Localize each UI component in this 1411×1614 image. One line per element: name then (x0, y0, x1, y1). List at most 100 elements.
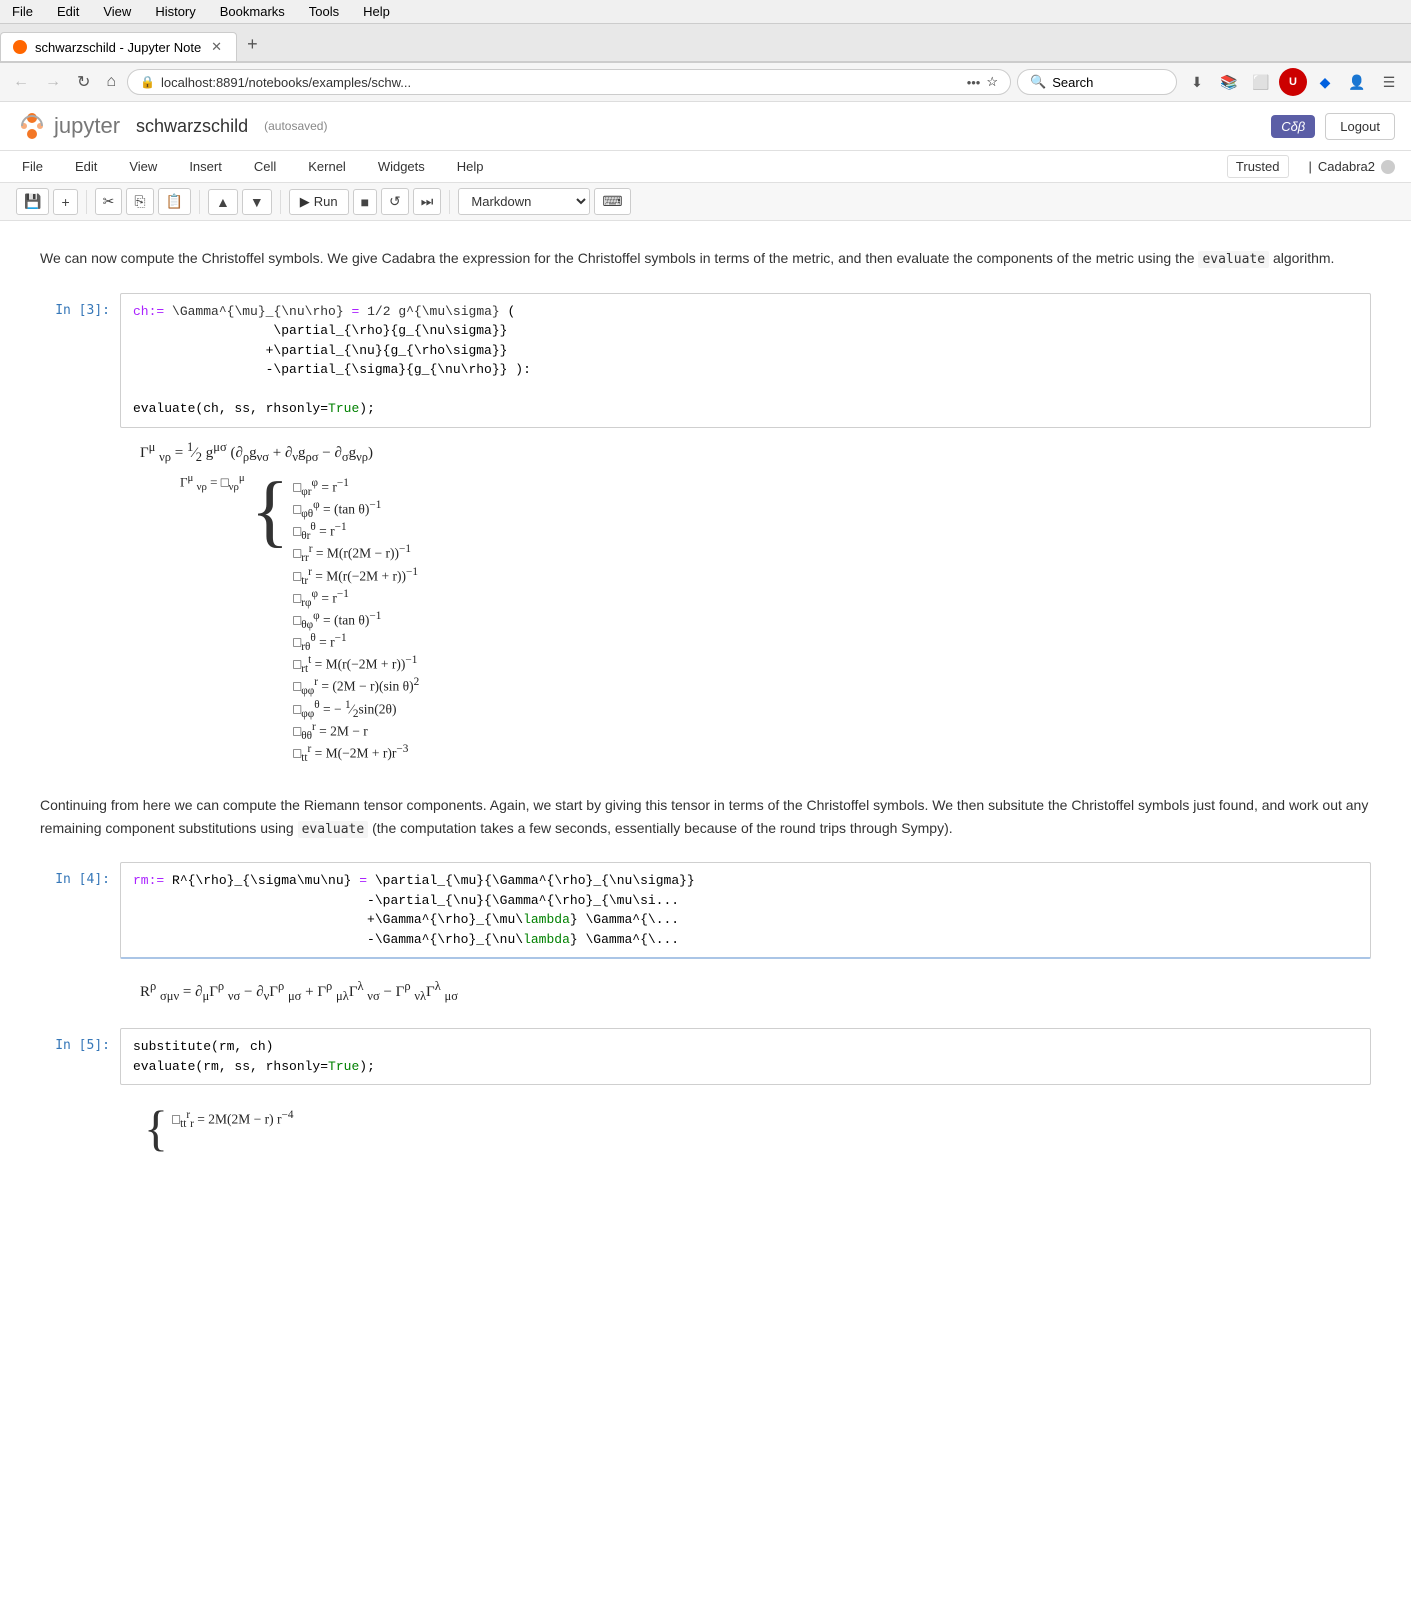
code-line-4-3: +\Gamma^{\rho}_{\mu\lambda} \Gamma^{\... (133, 910, 1358, 930)
run-button[interactable]: ▶ Run (289, 189, 349, 215)
cell-type-select[interactable]: Markdown Code Raw NBConvert Heading (458, 188, 590, 215)
forward-button[interactable]: → (40, 70, 66, 94)
nb-menu-file[interactable]: File (16, 156, 49, 177)
menu-tools[interactable]: Tools (305, 2, 343, 21)
evaluate-code-span-2: evaluate (298, 821, 369, 838)
menu-icon[interactable]: ☰ (1375, 68, 1403, 96)
brace-line-3-8: □rθθ = r−1 (293, 632, 419, 653)
menu-bookmarks[interactable]: Bookmarks (216, 2, 289, 21)
cut-button[interactable]: ✂ (95, 188, 123, 215)
download-icon[interactable]: ⬇ (1183, 68, 1211, 96)
cell-prompt-4: In [4]: (40, 862, 120, 887)
add-cell-button[interactable]: + (53, 189, 77, 215)
cell-in3[interactable]: In [3]: ch:= \Gamma^{\mu}_{\nu\rho} = 1/… (0, 293, 1411, 772)
markdown-text-2-part2: (the computation takes a few seconds, es… (368, 820, 952, 836)
code-line-3-2: \partial_{\rho}{g_{\nu\sigma}} (133, 321, 1358, 341)
nb-menu-help[interactable]: Help (451, 156, 490, 177)
extension-icon[interactable]: U (1279, 68, 1307, 96)
search-placeholder: Search (1052, 75, 1093, 90)
restart-run-button[interactable]: ⏭ (413, 188, 442, 215)
address-bar[interactable]: 🔒 localhost:8891/notebooks/examples/schw… (127, 69, 1011, 95)
lock-icon: 🔒 (140, 75, 155, 89)
brace-line-3-4: □rrr = M(r(2M − r))−1 (293, 543, 419, 564)
code-line-5-2: evaluate(rm, ss, rhsonly=True); (133, 1057, 1358, 1077)
search-bar[interactable]: 🔍 Search (1017, 69, 1177, 95)
browser-tab-bar: schwarzschild - Jupyter Note ✕ + (0, 24, 1411, 63)
code-line-4-1: rm:= R^{\rho}_{\sigma\mu\nu} = \partial_… (133, 871, 1358, 891)
menu-help[interactable]: Help (359, 2, 394, 21)
code-line-4-4: -\Gamma^{\rho}_{\nu\lambda} \Gamma^{\... (133, 930, 1358, 950)
browser-icons: ⬇ 📚 ⬜ U ◆ 👤 ☰ (1183, 68, 1403, 96)
jupyter-logo: jupyter (16, 110, 120, 142)
restart-button[interactable]: ↺ (381, 188, 409, 215)
code-cell-4[interactable]: rm:= R^{\rho}_{\sigma\mu\nu} = \partial_… (120, 862, 1371, 959)
new-tab-button[interactable]: + (237, 28, 268, 61)
nb-menu-insert[interactable]: Insert (183, 156, 228, 177)
kernel-badge: Cδβ (1271, 115, 1315, 138)
nb-menu-edit[interactable]: Edit (69, 156, 103, 177)
run-icon: ▶ (300, 194, 310, 210)
cell-in4[interactable]: In [4]: rm:= R^{\rho}_{\sigma\mu\nu} = \… (0, 862, 1411, 1012)
run-label: Run (314, 194, 338, 209)
notebook-content: We can now compute the Christoffel symbo… (0, 221, 1411, 1197)
cell-body-5: substitute(rm, ch) evaluate(rm, ss, rhso… (120, 1028, 1371, 1161)
menu-history[interactable]: History (151, 2, 199, 21)
home-button[interactable]: ⌂ (101, 70, 121, 94)
autosaved-label: (autosaved) (264, 119, 327, 133)
nb-menu-widgets[interactable]: Widgets (372, 156, 431, 177)
address-more[interactable]: ••• (967, 75, 981, 90)
code-line-3-4: -\partial_{\sigma}{g_{\nu\rho}} ): (133, 360, 1358, 380)
back-button[interactable]: ← (8, 70, 34, 94)
menu-view[interactable]: View (99, 2, 135, 21)
notebook-title[interactable]: schwarzschild (136, 116, 248, 137)
markdown-cell-2: Continuing from here we can compute the … (0, 788, 1411, 846)
tab-title: schwarzschild - Jupyter Note (35, 40, 201, 55)
tab-favicon (13, 40, 27, 54)
output-4-formula: Rρ σμν = ∂μΓρ νσ − ∂νΓρ μσ + Γρ μλΓλ νσ … (120, 963, 1371, 1012)
code-cell-3[interactable]: ch:= \Gamma^{\mu}_{\nu\rho} = 1/2 g^{\mu… (120, 293, 1371, 428)
active-tab[interactable]: schwarzschild - Jupyter Note ✕ (0, 32, 237, 61)
save-button[interactable]: 💾 (16, 188, 49, 215)
nb-menu-cell[interactable]: Cell (248, 156, 282, 177)
nb-menu-view[interactable]: View (123, 156, 163, 177)
move-down-button[interactable]: ▼ (242, 189, 272, 215)
reload-button[interactable]: ↻ (72, 69, 95, 95)
menu-file[interactable]: File (8, 2, 37, 21)
profile-icon[interactable]: 👤 (1343, 68, 1371, 96)
browser-menu-bar: File Edit View History Bookmarks Tools H… (0, 0, 1411, 24)
code-line-3-3: +\partial_{\nu}{g_{\rho\sigma}} (133, 341, 1358, 361)
code-cell-5[interactable]: substitute(rm, ch) evaluate(rm, ss, rhso… (120, 1028, 1371, 1085)
brace-line-3-5: □trr = M(r(−2M + r))−1 (293, 566, 419, 587)
brace-line-3-11: □φφθ = − 1⁄2sin(2θ) (293, 699, 419, 720)
cell-prompt-5: In [5]: (40, 1028, 120, 1053)
brace-line-5-1: □ttrr = 2M(2M − r) r−4 (172, 1109, 294, 1130)
brace-lines-3: □φrφ = r−1 □φθφ = (tan θ)−1 □θrθ = r−1 □… (293, 473, 419, 764)
code-line-4-2: -\partial_{\nu}{\Gamma^{\rho}_{\mu\si... (133, 891, 1358, 911)
big-brace-5: { (140, 1105, 172, 1153)
browser-address-bar: ← → ↻ ⌂ 🔒 localhost:8891/notebooks/examp… (0, 63, 1411, 102)
copy-button[interactable]: ⎘ (126, 188, 153, 215)
tab-close-button[interactable]: ✕ (209, 39, 224, 55)
nb-menu-kernel[interactable]: Kernel (302, 156, 352, 177)
menu-edit[interactable]: Edit (53, 2, 83, 21)
move-up-button[interactable]: ▲ (208, 189, 238, 215)
jupyter-logo-text: jupyter (54, 113, 120, 139)
gamma-eq-3: Γμ νρ = □νρμ (180, 473, 247, 493)
brace-line-3-3: □θrθ = r−1 (293, 521, 419, 542)
brace-lines-5: □ttrr = 2M(2M − r) r−4 (172, 1105, 294, 1130)
logout-button[interactable]: Logout (1325, 113, 1395, 140)
interrupt-button[interactable]: ■ (353, 189, 377, 215)
keyboard-shortcut-button[interactable]: ⌨ (594, 188, 630, 215)
paste-button[interactable]: 📋 (158, 188, 191, 215)
bookmarks-icon[interactable]: 📚 (1215, 68, 1243, 96)
puzzle-icon[interactable]: ◆ (1311, 68, 1339, 96)
split-view-icon[interactable]: ⬜ (1247, 68, 1275, 96)
brace-line-3-13: □ttr = M(−2M + r)r−3 (293, 743, 419, 764)
big-brace-3: { (247, 473, 293, 549)
notebook-menu: File Edit View Insert Cell Kernel Widget… (0, 151, 1411, 183)
cadabra-status-circle (1381, 160, 1395, 174)
bookmark-icon[interactable]: ☆ (986, 74, 998, 90)
toolbar-separator-3 (280, 190, 281, 214)
cadabra-label: | Cadabra2 (1309, 159, 1396, 174)
cell-in5[interactable]: In [5]: substitute(rm, ch) evaluate(rm, … (0, 1028, 1411, 1161)
